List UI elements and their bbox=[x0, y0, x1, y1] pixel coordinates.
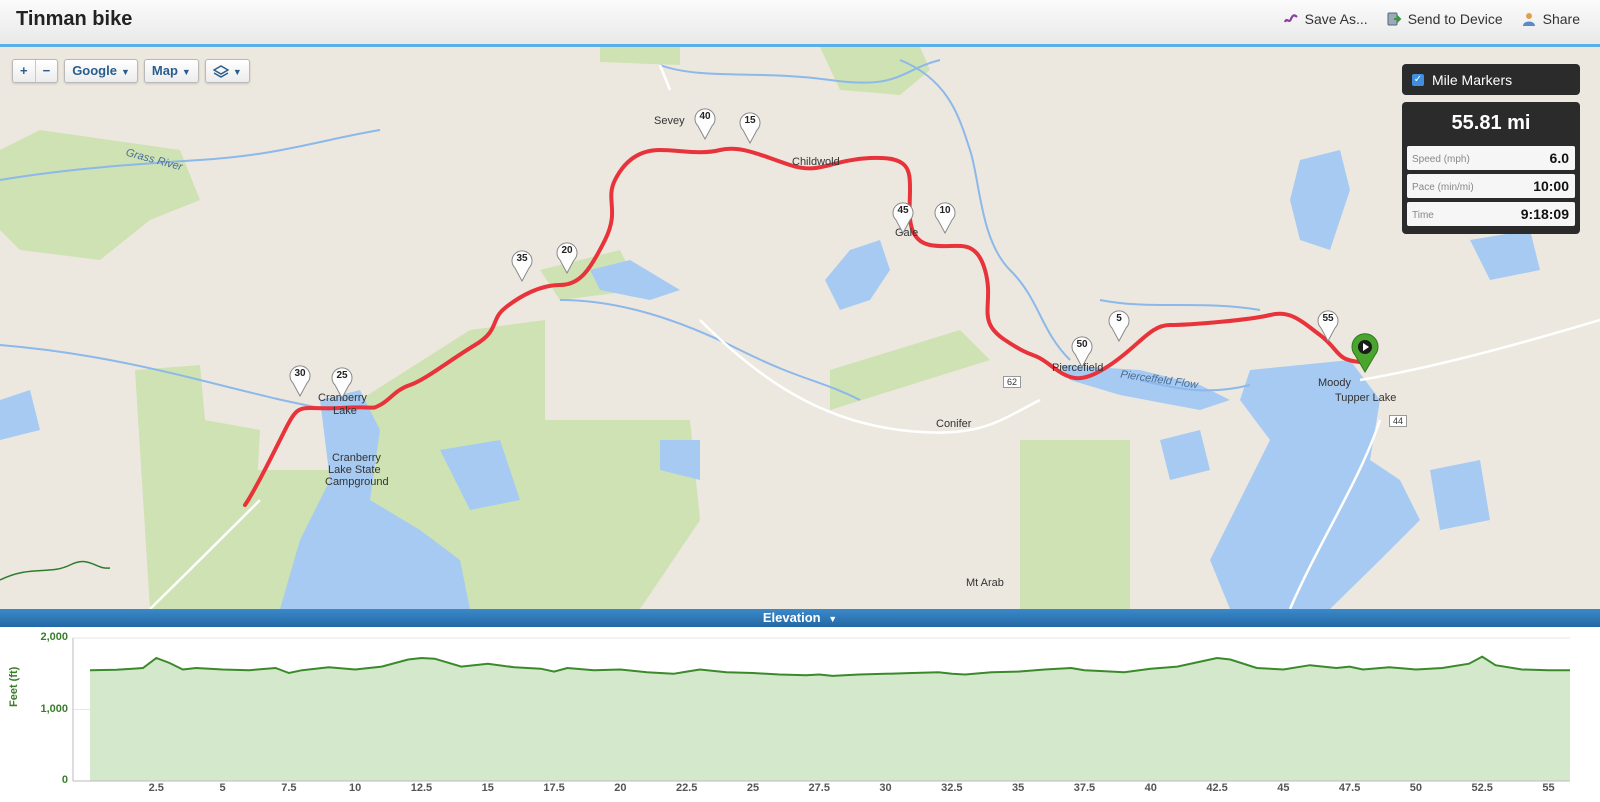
mini-track bbox=[0, 560, 111, 581]
route-shield-44: 44 bbox=[1389, 415, 1408, 427]
elevation-toggle[interactable]: Elevation ▼ bbox=[0, 609, 1600, 627]
x-tick-label: 40 bbox=[1144, 782, 1157, 794]
zoom-out-button[interactable]: − bbox=[34, 60, 58, 82]
share-label: Share bbox=[1542, 11, 1580, 27]
mile-marker[interactable]: 10 bbox=[933, 200, 957, 235]
chevron-down-icon: ▼ bbox=[181, 66, 191, 77]
send-to-device-button[interactable]: Send to Device bbox=[1386, 11, 1503, 27]
x-tick-label: 7.5 bbox=[281, 782, 297, 794]
elevation-chart[interactable] bbox=[0, 627, 1600, 797]
route-map[interactable]: Sevey Childwold Gale Piercefield Piercef… bbox=[0, 47, 1600, 609]
town-label-conifer: Conifer bbox=[936, 418, 972, 430]
mile-marker[interactable]: 50 bbox=[1070, 334, 1094, 369]
x-tick-label: 17.5 bbox=[543, 782, 565, 794]
x-tick-label: 25 bbox=[746, 782, 760, 794]
y-axis-title: Feet (ft) bbox=[8, 666, 20, 707]
x-tick-label: 35 bbox=[1012, 782, 1025, 794]
town-label-lake: Lake bbox=[333, 405, 357, 417]
save-as-icon bbox=[1283, 14, 1298, 23]
map-type-label: Map bbox=[151, 63, 178, 78]
send-to-device-icon bbox=[1387, 12, 1402, 26]
x-tick-label: 47.5 bbox=[1338, 782, 1361, 794]
mile-marker[interactable]: 45 bbox=[891, 200, 915, 235]
page-header: Tinman bike Save As... Send to Device Sh… bbox=[0, 0, 1600, 47]
mile-marker[interactable]: 5 bbox=[1107, 308, 1131, 343]
x-tick-label: 45 bbox=[1277, 782, 1290, 794]
mile-markers-checkbox[interactable]: ✓ bbox=[1412, 73, 1424, 86]
time-row[interactable]: Time 9:18:09 bbox=[1407, 202, 1575, 226]
share-icon bbox=[1522, 13, 1535, 26]
forest-areas bbox=[0, 47, 1130, 609]
route-shield-62: 62 bbox=[1003, 376, 1022, 388]
place-label-lake-state: Lake State bbox=[328, 464, 381, 476]
map-controls: + − Google ▼ Map ▼ ▼ bbox=[12, 59, 250, 83]
total-distance: 55.81 mi bbox=[1451, 112, 1531, 134]
x-tick-label: 12.5 bbox=[410, 782, 433, 794]
town-label-sevey: Sevey bbox=[654, 115, 685, 127]
y-tick-label: 2,000 bbox=[40, 631, 68, 643]
route-stats-panel: 55.81 mi Speed (mph) 6.0 Pace (min/mi) 1… bbox=[1402, 102, 1580, 234]
x-tick-label: 20 bbox=[614, 782, 627, 794]
chevron-down-icon: ▼ bbox=[232, 66, 242, 77]
map-type-dropdown[interactable]: Map ▼ bbox=[143, 59, 199, 83]
x-tick-label: 42.5 bbox=[1206, 782, 1228, 794]
mile-markers-toggle[interactable]: ✓ Mile Markers bbox=[1402, 64, 1580, 95]
town-label-mt-arab: Mt Arab bbox=[966, 577, 1004, 589]
mile-marker[interactable]: 25 bbox=[330, 365, 354, 400]
x-tick-label: 30 bbox=[879, 782, 892, 794]
map-canvas bbox=[0, 47, 1600, 609]
x-tick-label: 27.5 bbox=[808, 782, 830, 794]
town-label-moody: Moody bbox=[1318, 377, 1352, 389]
town-label-tupper-lake: Tupper Lake bbox=[1335, 392, 1397, 404]
send-to-device-label: Send to Device bbox=[1407, 11, 1503, 27]
place-label-cranberry: Cranberry bbox=[332, 452, 381, 464]
layers-icon bbox=[212, 64, 230, 78]
chevron-down-icon: ▼ bbox=[828, 613, 838, 624]
speed-value: 6.0 bbox=[1549, 150, 1569, 166]
pace-label: Pace (min/mi) bbox=[1412, 182, 1474, 193]
x-tick-label: 32.5 bbox=[941, 782, 963, 794]
mile-markers-label: Mile Markers bbox=[1432, 71, 1513, 88]
speed-label: Speed (mph) bbox=[1412, 154, 1470, 165]
time-value: 9:18:09 bbox=[1520, 206, 1569, 222]
elevation-bar-label: Elevation bbox=[762, 610, 821, 625]
zoom-controls: + − bbox=[12, 59, 59, 83]
x-tick-label: 22.5 bbox=[675, 782, 698, 794]
chevron-down-icon: ▼ bbox=[120, 66, 130, 77]
speed-row[interactable]: Speed (mph) 6.0 bbox=[1407, 146, 1575, 170]
x-tick-label: 52.5 bbox=[1471, 782, 1493, 794]
x-tick-label: 5 bbox=[219, 782, 226, 794]
provider-dropdown[interactable]: Google ▼ bbox=[64, 59, 138, 83]
mile-marker[interactable]: 55 bbox=[1316, 308, 1340, 343]
x-tick-label: 10 bbox=[349, 782, 362, 794]
x-tick-label: 50 bbox=[1409, 782, 1423, 794]
zoom-in-button[interactable]: + bbox=[13, 60, 35, 82]
pace-value: 10:00 bbox=[1533, 178, 1569, 194]
elevation-chart-canvas bbox=[72, 637, 1570, 782]
save-as-label: Save As... bbox=[1304, 11, 1368, 27]
mile-marker[interactable]: 20 bbox=[555, 240, 579, 275]
share-button[interactable]: Share bbox=[1521, 11, 1580, 27]
town-label-childwold: Childwold bbox=[792, 156, 840, 168]
mile-marker[interactable]: 40 bbox=[693, 106, 717, 141]
x-tick-label: 2.5 bbox=[148, 782, 164, 794]
header-actions: Save As... Send to Device Share bbox=[1283, 11, 1580, 27]
layers-dropdown[interactable]: ▼ bbox=[204, 59, 250, 83]
provider-label: Google bbox=[72, 63, 117, 78]
mile-marker[interactable]: 15 bbox=[738, 110, 762, 145]
x-tick-label: 37.5 bbox=[1073, 782, 1096, 794]
y-tick-label: 0 bbox=[61, 774, 68, 786]
save-as-button[interactable]: Save As... bbox=[1283, 11, 1368, 27]
mile-marker[interactable]: 35 bbox=[510, 248, 534, 283]
x-tick-label: 15 bbox=[481, 782, 494, 794]
time-label: Time bbox=[1412, 210, 1434, 221]
page-title: Tinman bike bbox=[16, 8, 133, 30]
y-tick-label: 1,000 bbox=[40, 702, 68, 715]
mile-marker[interactable]: 30 bbox=[288, 363, 312, 398]
pace-row[interactable]: Pace (min/mi) 10:00 bbox=[1407, 174, 1575, 198]
place-label-campground: Campground bbox=[325, 476, 389, 488]
start-marker-icon[interactable] bbox=[1349, 333, 1381, 373]
x-tick-label: 55 bbox=[1542, 782, 1555, 794]
